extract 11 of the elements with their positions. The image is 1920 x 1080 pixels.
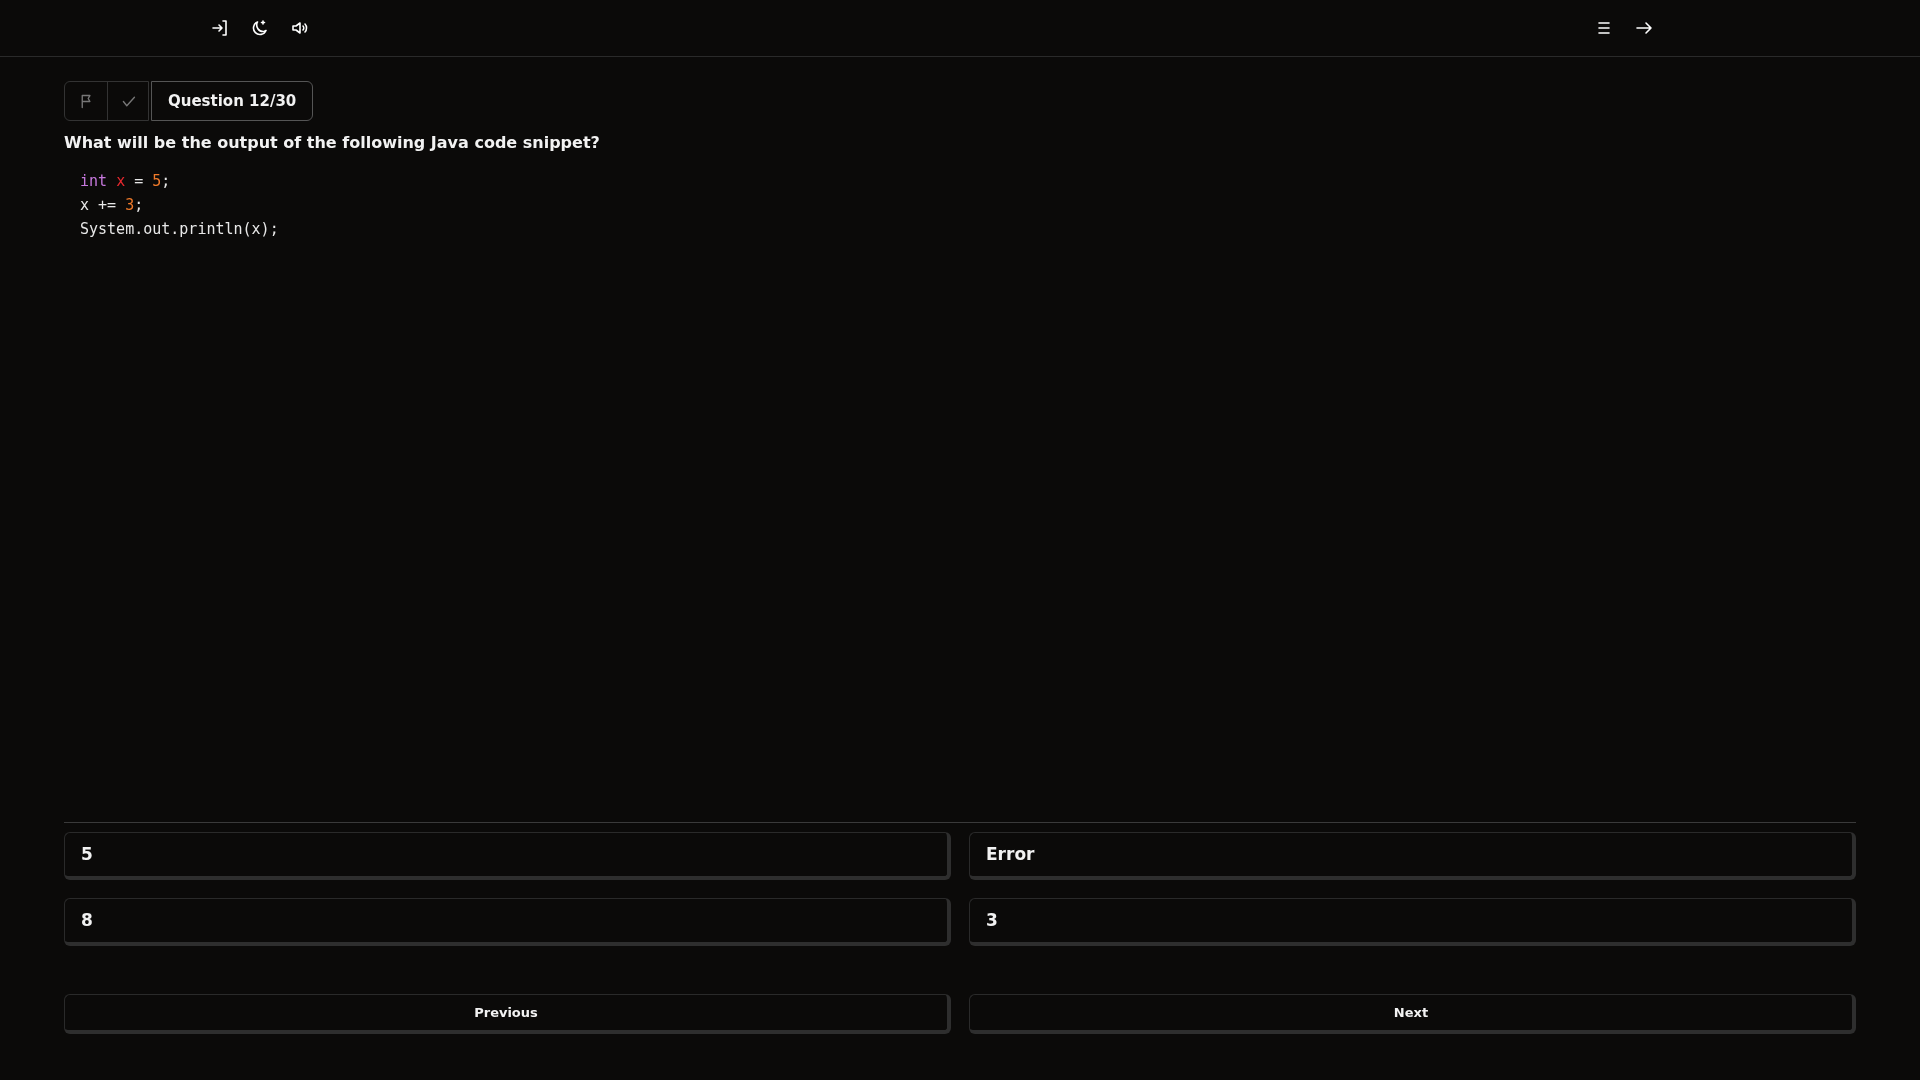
moon-icon[interactable] <box>250 18 270 38</box>
answer-option[interactable]: 5 <box>64 832 951 880</box>
question-number: Question 12/30 <box>151 81 314 121</box>
question-text: What will be the output of the following Java code snippet? <box>64 132 600 154</box>
answer-option[interactable]: Error <box>969 832 1856 880</box>
next-button[interactable]: Next <box>969 994 1856 1034</box>
sign-in-icon[interactable] <box>210 18 230 38</box>
code-snippet: int x = 5; x += 3; System.out.println(x); <box>80 171 279 240</box>
answer-option[interactable]: 3 <box>969 898 1856 946</box>
previous-button[interactable]: Previous <box>64 994 951 1034</box>
answer-option[interactable]: 8 <box>64 898 951 946</box>
